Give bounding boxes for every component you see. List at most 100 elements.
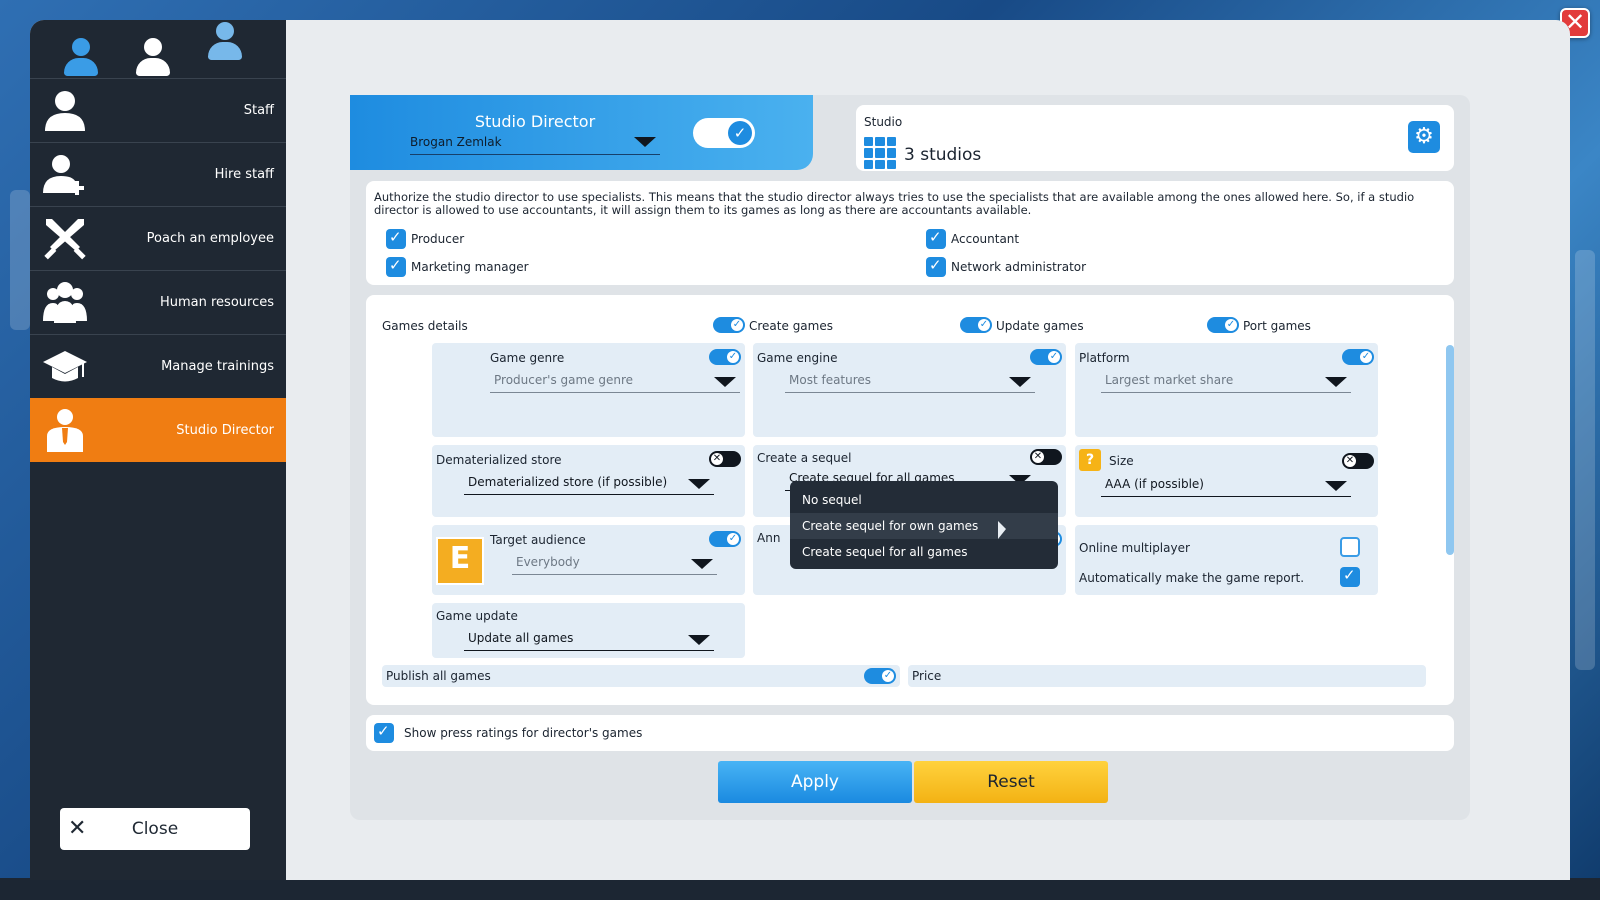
publish-toggle[interactable] <box>864 668 896 684</box>
accountant-checkbox[interactable] <box>926 228 946 249</box>
staff-window: Staff Hire staff Poach an employee Human… <box>30 20 1570 880</box>
director-settings: Studio Director Brogan Zemlak ✓ Studio 3… <box>350 95 1470 820</box>
marketing-checkbox[interactable] <box>386 256 406 277</box>
sidebar-item-staff[interactable]: Staff <box>30 78 286 142</box>
person-icon[interactable] <box>60 36 102 78</box>
sidebar-item-label: Manage trainings <box>161 359 274 374</box>
publish-label: Publish all games <box>386 669 491 683</box>
game-engine-label: Game engine <box>757 351 838 365</box>
sidebar-item-manage-trainings[interactable]: Manage trainings <box>30 334 286 398</box>
game-update-label: Game update <box>436 609 518 623</box>
person-icon <box>45 91 85 131</box>
person-icon[interactable] <box>132 36 174 78</box>
studio-card: Studio 3 studios ⚙ <box>856 105 1454 171</box>
online-checkbox[interactable] <box>1340 537 1360 557</box>
sidebar-item-human-resources[interactable]: Human resources <box>30 270 286 334</box>
game-genre-select[interactable]: Producer's game genre <box>490 373 740 393</box>
chevron-down-icon <box>1009 377 1031 387</box>
game-update-select[interactable]: Update all games <box>464 631 714 651</box>
platform-select[interactable]: Largest market share <box>1101 373 1351 393</box>
store-select[interactable]: Dematerialized store (if possible) <box>464 475 714 495</box>
marketing-label: Marketing manager <box>411 260 529 274</box>
check-icon: ✓ <box>728 121 752 145</box>
director-icon <box>47 409 83 452</box>
esrb-rating-icon: E <box>436 537 484 585</box>
store-toggle[interactable] <box>709 451 741 467</box>
background-strip <box>1575 250 1595 670</box>
studio-count: 3 studios <box>904 145 982 165</box>
mouse-cursor-icon <box>998 521 1006 539</box>
chevron-down-icon <box>1325 481 1347 491</box>
director-select[interactable]: Brogan Zemlak <box>410 133 660 155</box>
platform-toggle[interactable] <box>1342 349 1374 365</box>
person-icon[interactable] <box>204 20 246 62</box>
producer-checkbox[interactable] <box>386 228 406 249</box>
network-checkbox[interactable] <box>926 256 946 277</box>
game-engine-panel: Game engine Most features <box>753 343 1066 437</box>
close-button[interactable]: ✕ Close <box>60 808 250 850</box>
sequel-toggle[interactable] <box>1030 449 1062 465</box>
sequel-option[interactable]: No sequel <box>790 487 1058 513</box>
sidebar-item-label: Hire staff <box>214 167 274 182</box>
games-details-title: Games details <box>382 319 468 333</box>
chevron-down-icon <box>691 559 713 569</box>
store-panel: Dematerialized store Dematerialized stor… <box>432 445 745 517</box>
update-games-label: Update games <box>996 319 1084 333</box>
sequel-option[interactable]: Create sequel for own games <box>790 513 1058 539</box>
create-games-toggle[interactable] <box>713 317 745 333</box>
game-genre-label: Game genre <box>490 351 565 365</box>
audience-label: Target audience <box>490 533 586 547</box>
sidebar-item-poach[interactable]: Poach an employee <box>30 206 286 270</box>
press-ratings-checkbox[interactable] <box>374 722 394 743</box>
studios-grid-icon <box>864 137 896 169</box>
sidebar: Staff Hire staff Poach an employee Human… <box>30 20 286 880</box>
store-label: Dematerialized store <box>436 453 562 467</box>
platform-label: Platform <box>1079 351 1130 365</box>
auto-report-checkbox[interactable] <box>1340 566 1360 587</box>
game-genre-toggle[interactable] <box>709 349 741 365</box>
sequel-option[interactable]: Create sequel for all games <box>790 539 1058 565</box>
network-label: Network administrator <box>951 260 1087 274</box>
director-enabled-toggle[interactable]: ✓ <box>693 118 755 148</box>
chevron-down-icon <box>688 635 710 645</box>
audience-select[interactable]: Everybody <box>512 555 717 575</box>
sidebar-item-label: Studio Director <box>176 422 274 438</box>
games-scrollbar[interactable] <box>1446 345 1454 555</box>
audience-toggle[interactable] <box>709 531 741 547</box>
studio-label: Studio <box>864 115 903 129</box>
size-panel: ? Size AAA (if possible) <box>1075 445 1378 517</box>
director-card: Studio Director Brogan Zemlak ✓ <box>350 95 813 170</box>
chevron-down-icon <box>688 479 710 489</box>
sidebar-item-studio-director[interactable]: Studio Director <box>30 398 286 462</box>
specialists-description: Authorize the studio director to use spe… <box>374 190 1415 217</box>
publish-panel: Publish all games <box>382 665 900 687</box>
port-games-toggle[interactable] <box>1207 317 1239 333</box>
game-bottom-bar <box>0 878 1600 900</box>
lightbulb-icon: ? <box>1079 449 1101 471</box>
create-games-label: Create games <box>749 319 833 333</box>
size-select[interactable]: AAA (if possible) <box>1101 477 1351 497</box>
graduation-cap-icon <box>43 351 87 382</box>
press-ratings-card: Show press ratings for director's games <box>366 715 1454 751</box>
close-button-label: Close <box>131 819 179 839</box>
price-panel: Price <box>908 665 1426 687</box>
sequel-dropdown-menu: No sequel Create sequel for own games Cr… <box>790 481 1058 569</box>
person-add-icon <box>43 155 84 195</box>
port-games-label: Port games <box>1243 319 1311 333</box>
game-engine-toggle[interactable] <box>1030 349 1062 365</box>
sidebar-item-hire-staff[interactable]: Hire staff <box>30 142 286 206</box>
sequel-label: Create a sequel <box>757 451 852 465</box>
apply-button[interactable]: Apply <box>718 761 912 803</box>
chevron-down-icon <box>1325 377 1347 387</box>
crossed-swords-icon <box>44 219 86 260</box>
reset-button[interactable]: Reset <box>914 761 1108 803</box>
gear-icon[interactable]: ⚙ <box>1408 121 1440 153</box>
update-games-toggle[interactable] <box>960 317 992 333</box>
size-toggle[interactable] <box>1342 453 1374 469</box>
producer-label: Producer <box>411 232 465 246</box>
game-engine-select[interactable]: Most features <box>785 373 1035 393</box>
size-label: Size <box>1109 454 1134 468</box>
director-name: Brogan Zemlak <box>410 135 502 149</box>
sidebar-item-label: Staff <box>243 103 274 118</box>
price-label: Price <box>912 669 942 683</box>
